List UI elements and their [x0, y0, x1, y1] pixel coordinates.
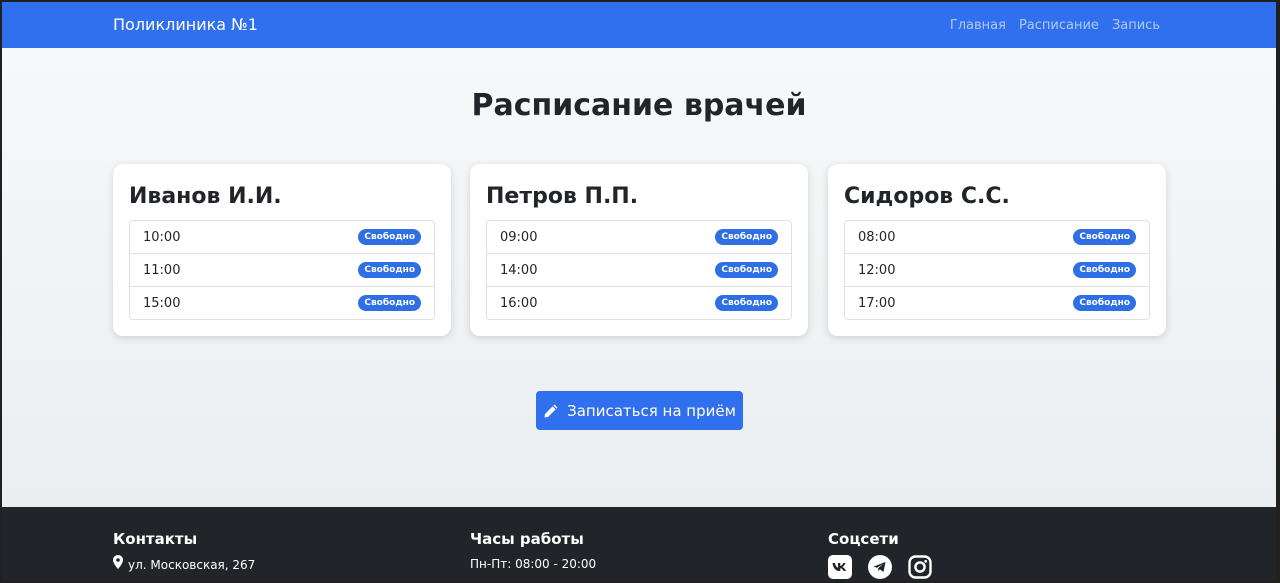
slot-item[interactable]: 15:00 Свободно	[130, 286, 434, 319]
slot-time: 10:00	[143, 229, 181, 245]
footer-socials: Соцсети	[828, 529, 932, 579]
slot-item[interactable]: 16:00 Свободно	[487, 286, 791, 319]
nav-link-schedule[interactable]: Расписание	[1019, 17, 1099, 35]
nav-links: Главная Расписание Запись	[950, 17, 1160, 35]
status-badge: Свободно	[358, 295, 421, 311]
doctor-name: Иванов И.И.	[129, 184, 282, 209]
nav-link-home[interactable]: Главная	[950, 17, 1006, 35]
doctor-name: Сидоров С.С.	[844, 184, 1010, 209]
hours-weekdays: Пн-Пт: 08:00 - 20:00	[470, 557, 597, 571]
status-badge: Свободно	[715, 295, 778, 311]
footer-hours: Часы работы Пн-Пт: 08:00 - 20:00	[470, 529, 596, 573]
browser-viewport: Поликлиника №1 Главная Расписание Запись…	[2, 2, 1276, 581]
slot-item[interactable]: 10:00 Свободно	[130, 221, 434, 253]
status-badge: Свободно	[1073, 295, 1136, 311]
address-text: ул. Московская, 267	[128, 557, 256, 572]
telegram-icon[interactable]	[868, 555, 892, 579]
book-appointment-label: Записаться на приём	[567, 401, 736, 420]
footer-contacts-title: Контакты	[113, 530, 198, 548]
doctor-card: Петров П.П. 09:00 Свободно 14:00 Свободн…	[470, 164, 808, 336]
slot-item[interactable]: 11:00 Свободно	[130, 253, 434, 286]
doctor-name: Петров П.П.	[486, 184, 639, 209]
slot-time: 15:00	[143, 295, 181, 311]
slot-list: 09:00 Свободно 14:00 Свободно 16:00 Своб…	[486, 220, 792, 320]
status-badge: Свободно	[1073, 229, 1136, 245]
doctor-card: Иванов И.И. 10:00 Свободно 11:00 Свободн…	[113, 164, 451, 336]
footer-socials-title: Соцсети	[828, 530, 899, 548]
slot-item[interactable]: 09:00 Свободно	[487, 221, 791, 253]
slot-time: 11:00	[143, 262, 181, 278]
slot-item[interactable]: 12:00 Свободно	[845, 253, 1149, 286]
footer-contacts: Контакты ул. Московская, 267	[113, 529, 255, 574]
vk-icon[interactable]	[828, 555, 852, 579]
brand-link[interactable]: Поликлиника №1	[113, 14, 258, 36]
instagram-icon[interactable]	[908, 555, 932, 579]
status-badge: Свободно	[358, 262, 421, 278]
status-badge: Свободно	[1073, 262, 1136, 278]
status-badge: Свободно	[358, 229, 421, 245]
doctor-card: Сидоров С.С. 08:00 Свободно 12:00 Свобод…	[828, 164, 1166, 336]
status-badge: Свободно	[715, 229, 778, 245]
slot-time: 09:00	[500, 229, 538, 245]
slot-item[interactable]: 17:00 Свободно	[845, 286, 1149, 319]
slot-time: 16:00	[500, 295, 538, 311]
footer-hours-title: Часы работы	[470, 530, 584, 548]
slot-list: 10:00 Свободно 11:00 Свободно 15:00 Своб…	[129, 220, 435, 320]
slot-list: 08:00 Свободно 12:00 Свободно 17:00 Своб…	[844, 220, 1150, 320]
slot-time: 12:00	[858, 262, 896, 278]
slot-item[interactable]: 14:00 Свободно	[487, 253, 791, 286]
pencil-icon	[543, 403, 559, 419]
book-appointment-button[interactable]: Записаться на приём	[536, 391, 743, 430]
slot-time: 14:00	[500, 262, 538, 278]
map-pin-icon	[113, 555, 123, 574]
nav-link-appointment[interactable]: Запись	[1112, 17, 1160, 35]
status-badge: Свободно	[715, 262, 778, 278]
navbar: Поликлиника №1 Главная Расписание Запись	[2, 2, 1276, 48]
slot-item[interactable]: 08:00 Свободно	[845, 221, 1149, 253]
page-title: Расписание врачей	[471, 88, 807, 123]
slot-time: 08:00	[858, 229, 896, 245]
footer-address: ул. Московская, 267	[113, 555, 255, 574]
footer: Контакты ул. Московская, 267 Часы работы…	[2, 507, 1276, 581]
slot-time: 17:00	[858, 295, 896, 311]
social-links	[828, 555, 932, 579]
